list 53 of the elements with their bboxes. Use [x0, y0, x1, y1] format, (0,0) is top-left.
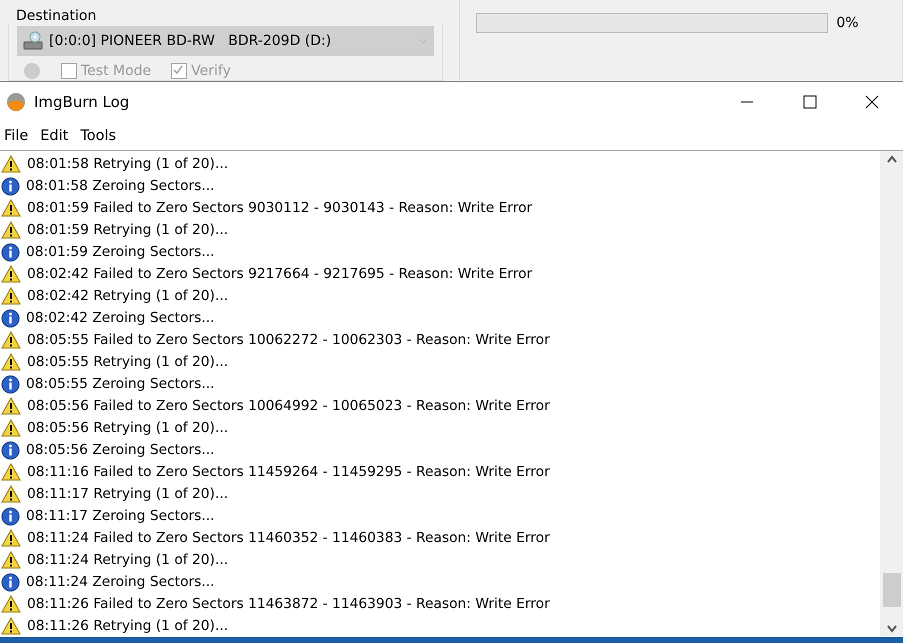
log-message: 08:01:58 Retrying (1 of 20)...	[27, 156, 228, 172]
window-title: ImgBurn Log	[34, 93, 130, 111]
menu-item[interactable]: File	[0, 128, 36, 144]
log-message: 08:11:16 Failed to Zero Sectors 11459264 - 11459295 - Reason: Write Error	[27, 464, 550, 480]
drive-icon	[23, 31, 43, 51]
menu-item[interactable]: Tools	[76, 128, 124, 144]
log-message: 08:02:42 Zeroing Sectors...	[26, 310, 215, 326]
warning-icon	[1, 155, 21, 173]
log-message: 08:05:55 Failed to Zero Sectors 10062272 - 10062303 - Reason: Write Error	[27, 332, 550, 348]
drive-dropdown[interactable]: [0:0:0] PIONEER BD-RW BDR-209D (D:)	[17, 26, 434, 56]
app-icon	[6, 92, 26, 112]
checkbox[interactable]	[171, 63, 188, 79]
log-message: 08:02:42 Retrying (1 of 20)...	[27, 288, 228, 304]
destination-label: Destination	[15, 7, 98, 24]
log-message: 08:05:56 Failed to Zero Sectors 10064992 - 10065023 - Reason: Write Error	[27, 398, 550, 414]
warning-icon	[1, 353, 21, 371]
checkbox[interactable]	[61, 63, 77, 79]
warning-icon	[1, 397, 21, 415]
warning-icon	[1, 265, 21, 283]
log-message: 08:01:59 Failed to Zero Sectors 9030112 - 9030143 - Reason: Write Error	[27, 200, 532, 216]
log-message: 08:01:59 Retrying (1 of 20)...	[27, 222, 228, 238]
log-message: 08:11:26 Failed to Zero Sectors 11463872 - 11463903 - Reason: Write Error	[27, 596, 550, 612]
check-icon	[172, 64, 184, 76]
log-message: 08:05:56 Zeroing Sectors...	[26, 442, 215, 458]
warning-icon	[1, 287, 21, 305]
log-message: 08:05:55 Zeroing Sectors...	[26, 376, 215, 392]
warning-icon	[1, 419, 21, 437]
scroll-thumb[interactable]	[882, 573, 900, 607]
log-message: 08:11:24 Zeroing Sectors...	[26, 574, 215, 590]
warning-icon	[1, 551, 21, 569]
progress-percent: 0%	[836, 15, 859, 31]
warning-icon	[1, 463, 21, 481]
warning-icon	[1, 331, 21, 349]
warning-icon	[1, 221, 21, 239]
log-message: 08:01:59 Zeroing Sectors...	[26, 244, 215, 260]
drive-name: [0:0:0] PIONEER BD-RW BDR-209D (D:)	[49, 33, 332, 49]
disc-icon	[23, 62, 41, 80]
warning-icon	[1, 199, 21, 217]
log-message: 08:05:55 Retrying (1 of 20)...	[27, 354, 228, 370]
warning-icon	[1, 485, 21, 503]
warning-icon	[1, 529, 21, 547]
log-message: 08:11:24 Failed to Zero Sectors 11460352 - 11460383 - Reason: Write Error	[27, 530, 550, 546]
log-message: 08:11:24 Retrying (1 of 20)...	[27, 552, 228, 568]
log-message: 08:02:42 Failed to Zero Sectors 9217664 - 9217695 - Reason: Write Error	[27, 266, 532, 282]
menu-item[interactable]: Edit	[36, 128, 76, 144]
warning-icon	[1, 595, 21, 613]
log-message: 08:11:17 Zeroing Sectors...	[26, 508, 215, 524]
scrollbar[interactable]	[880, 151, 903, 637]
log-message: 08:05:56 Retrying (1 of 20)...	[27, 420, 228, 436]
log-message: 08:11:26 Retrying (1 of 20)...	[27, 618, 228, 634]
log-message: 08:01:58 Zeroing Sectors...	[26, 178, 215, 194]
log-message: 08:11:17 Retrying (1 of 20)...	[27, 486, 228, 502]
warning-icon	[1, 617, 21, 635]
